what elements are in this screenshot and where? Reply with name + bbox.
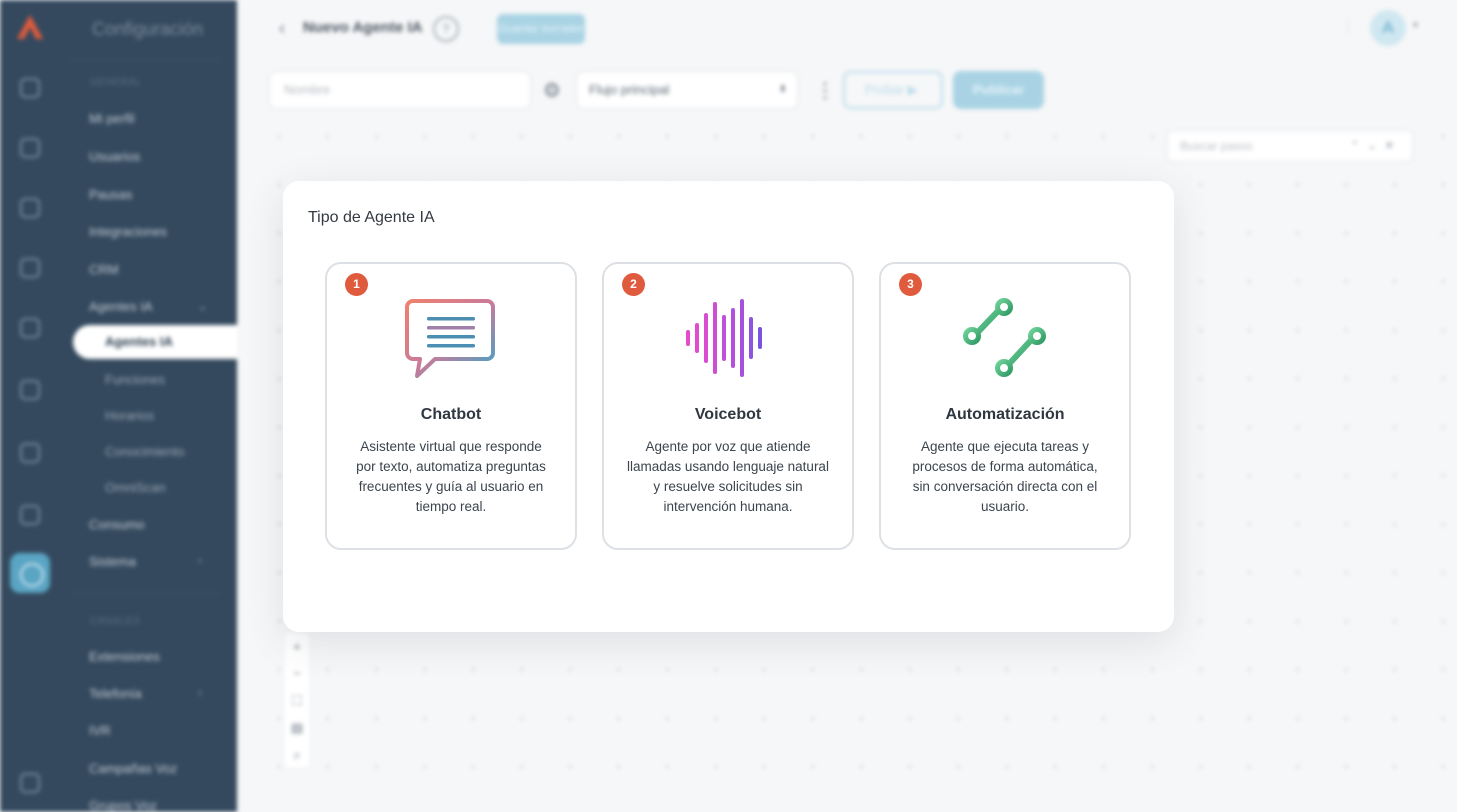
flag-icon[interactable] (20, 318, 40, 338)
test-button[interactable]: Probar ▶ (843, 71, 943, 109)
nav-agentes-ia[interactable]: Agentes IA (89, 299, 153, 314)
nav-crm[interactable]: CRM (89, 262, 119, 277)
nav-pausas[interactable]: Pausas (89, 187, 132, 202)
nav-campanas-voz[interactable]: Campañas Voz (89, 761, 177, 776)
minimap-icon[interactable]: ▤ (285, 714, 309, 741)
nav-sub-agentes-ia[interactable]: Agentes IA (73, 325, 237, 359)
divider (70, 593, 221, 594)
card-number-badge: 2 (622, 273, 645, 296)
chevron-down-icon: ⌄ (198, 301, 208, 313)
nav-horarios[interactable]: Horarios (105, 408, 154, 423)
chevron-right-icon: › (198, 687, 202, 699)
agent-type-modal: Tipo de Agente IA 1 Chatbot Asistente vi… (283, 181, 1174, 632)
nav-omniscan[interactable]: OmniScan (105, 480, 166, 495)
nav-sub-agentes-ia-label: Agentes IA (105, 334, 173, 349)
card-description: Agente que ejecuta tareas y procesos de … (912, 439, 1098, 514)
support-icon[interactable] (20, 773, 40, 793)
save-draft-button[interactable]: Guardar borrador (497, 14, 585, 44)
card-automatizacion[interactable]: 3 Automatización Agente que ejecuta tare… (879, 262, 1131, 550)
vertical-dots-icon[interactable]: ⋮ (815, 78, 835, 103)
help-button[interactable]: ? (433, 16, 459, 42)
divider (70, 60, 221, 61)
zoom-in-button[interactable]: + (285, 633, 309, 660)
headset-icon[interactable] (20, 138, 40, 158)
settings-icon[interactable] (10, 553, 50, 593)
search-steps-placeholder: Buscar pasos (1180, 139, 1253, 153)
card-title: Voicebot (694, 406, 762, 423)
more-icon[interactable]: ⋮ (1341, 18, 1355, 35)
panel-title: Configuración (92, 19, 204, 39)
flow-toolbar: Nombre ⚙ Flujo principal ⬍ ⋮ Probar ▶ Pu… (237, 68, 1457, 112)
test-button-label: Probar (865, 82, 905, 97)
icon-rail (0, 0, 60, 812)
card-number-badge: 3 (899, 273, 922, 296)
card-title: Automatización (945, 406, 1065, 423)
settings-panel: Configuración GENERAL Mi perfil Usuarios… (60, 0, 237, 812)
nav-mi-perfil[interactable]: Mi perfil (89, 111, 135, 126)
nav-grupos-voz[interactable]: Grupos Voz (89, 798, 157, 812)
chevron-right-icon: › (198, 555, 202, 567)
workflow-nodes-icon (963, 298, 1046, 377)
fit-view-icon[interactable]: ⛶ (285, 687, 309, 714)
home-icon[interactable] (20, 78, 40, 98)
zoom-controls: + − ⛶ ▤ ⌕ (285, 633, 309, 767)
nav-conocimiento[interactable]: Conocimiento (105, 444, 185, 459)
nav-telefonia[interactable]: Telefonía (89, 686, 142, 701)
brand-logo-icon (17, 15, 43, 39)
publish-button[interactable]: Publicar (953, 71, 1044, 109)
card-number-badge: 1 (345, 273, 368, 296)
flow-select-value: Flujo principal (589, 82, 670, 97)
inbox-icon[interactable] (20, 198, 40, 218)
calendar-icon[interactable] (20, 443, 40, 463)
avatar[interactable]: A (1370, 10, 1406, 46)
zoom-search-icon[interactable]: ⌕ (285, 741, 309, 768)
card-voicebot[interactable]: 2 Voicebot Agente por voz que atiende ll… (602, 262, 854, 550)
sound-wave-icon (686, 299, 762, 377)
section-channels: CANALES (90, 616, 141, 627)
contacts-icon[interactable] (20, 258, 40, 278)
agent-name-input[interactable]: Nombre (269, 71, 531, 109)
search-nav-controls[interactable]: ⌃⌄✕ (1350, 131, 1402, 161)
gear-icon[interactable]: ⚙ (543, 78, 561, 103)
section-general: GENERAL (90, 77, 142, 88)
back-chevron-icon[interactable]: ‹ (279, 18, 285, 39)
zoom-out-button[interactable]: − (285, 660, 309, 687)
nav-funciones[interactable]: Funciones (105, 372, 165, 387)
top-bar: ‹ Nuevo Agente IA ? Guardar borrador ⋮ A… (237, 0, 1457, 56)
chat-bubble-icon (405, 299, 495, 378)
nav-extensiones[interactable]: Extensiones (89, 649, 160, 664)
card-title: Chatbot (420, 406, 482, 423)
nav-consumo[interactable]: Consumo (89, 517, 145, 532)
nav-usuarios[interactable]: Usuarios (89, 149, 140, 164)
nav-integraciones[interactable]: Integraciones (89, 224, 167, 239)
card-chatbot[interactable]: 1 Chatbot Asistente virtual que responde… (325, 262, 577, 550)
nav-ivr[interactable]: IVR (89, 723, 111, 738)
card-description: Asistente virtual que responde por texto… (356, 439, 546, 514)
play-icon: ▶ (907, 82, 918, 97)
reports-icon[interactable] (20, 505, 40, 525)
nav-sistema[interactable]: Sistema (89, 554, 136, 569)
rocket-icon[interactable] (20, 380, 40, 400)
flow-select[interactable]: Flujo principal ⬍ (576, 71, 798, 109)
search-steps-input[interactable]: Buscar pasos ⌃⌄✕ (1167, 130, 1413, 162)
card-description: Agente por voz que atiende llamadas usan… (627, 439, 829, 514)
select-arrows-icon: ⬍ (778, 84, 787, 95)
caret-down-icon[interactable]: ▼ (1411, 20, 1420, 30)
modal-title: Tipo de Agente IA (308, 209, 435, 226)
page-title: Nuevo Agente IA (303, 19, 423, 36)
